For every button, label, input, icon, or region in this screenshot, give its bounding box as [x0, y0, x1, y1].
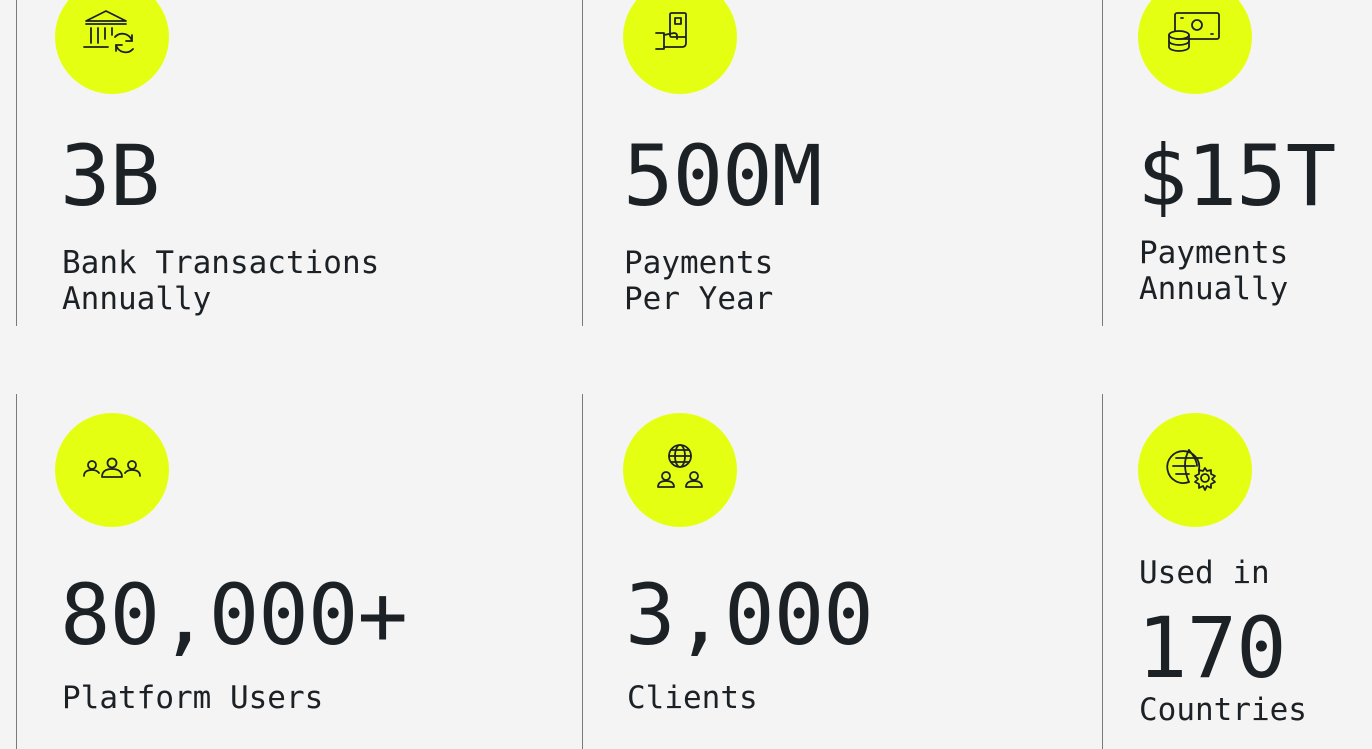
stat-icon-badge — [1138, 0, 1252, 94]
stat-value: 170 — [1137, 599, 1287, 697]
users-group-icon — [83, 457, 141, 478]
stat-card-payments-annually: $15T Payments Annually — [1103, 0, 1372, 330]
stat-prefix: Used in — [1139, 555, 1270, 591]
cash-coins-icon — [1168, 12, 1220, 52]
stat-label: Payments Annually — [1139, 235, 1289, 307]
stat-card-clients: 3,000 Clients — [583, 394, 1102, 749]
stat-label: Clients — [627, 680, 758, 716]
globe-gear-icon — [1166, 449, 1216, 491]
stat-card-platform-users: 80,000+ Platform Users — [0, 394, 560, 749]
stat-icon-badge — [55, 0, 169, 94]
stat-value: 3,000 — [625, 566, 874, 664]
stat-value: 3B — [60, 127, 160, 225]
stat-icon-badge — [623, 0, 737, 94]
stat-value: $15T — [1137, 127, 1336, 225]
stat-value: 500M — [623, 127, 822, 225]
stat-card-bank-transactions: 3B Bank Transactions Annually — [0, 0, 560, 330]
stat-label: Platform Users — [62, 680, 324, 716]
stat-card-payments-per-year: 500M Payments Per Year — [583, 0, 1102, 330]
bank-transfer-icon — [83, 10, 134, 54]
stat-label: Payments Per Year — [624, 245, 774, 317]
payment-card-hand-icon — [655, 12, 687, 50]
stat-card-countries: Used in 170 Countries — [1103, 394, 1372, 749]
stat-icon-badge — [623, 413, 737, 527]
stat-value: 80,000+ — [60, 566, 408, 664]
stat-icon-badge — [1138, 413, 1252, 527]
stat-label: Bank Transactions Annually — [62, 245, 380, 317]
globe-clients-icon — [657, 444, 703, 488]
stat-icon-badge — [55, 413, 169, 527]
stat-label: Countries — [1139, 692, 1307, 728]
